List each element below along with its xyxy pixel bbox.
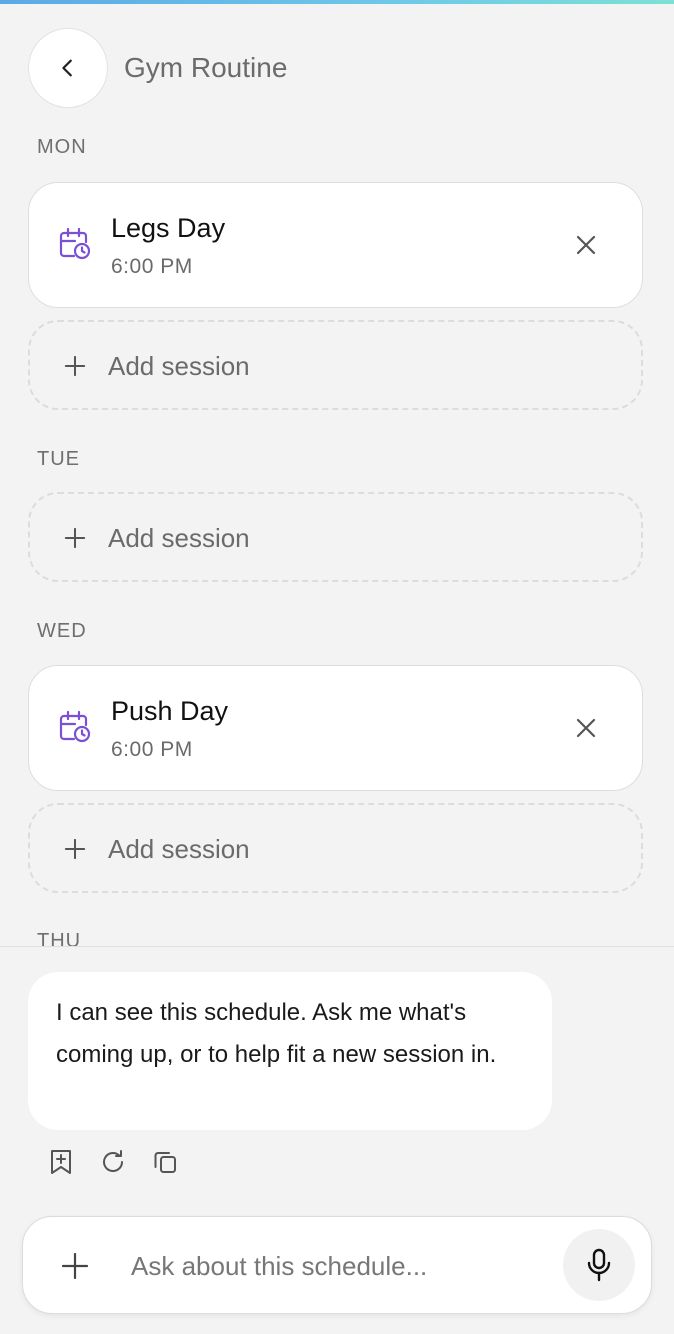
close-icon[interactable]	[574, 716, 598, 740]
chevron-left-icon	[62, 59, 72, 77]
mic-button[interactable]	[563, 1229, 635, 1301]
composer	[22, 1216, 652, 1314]
add-session-label: Add session	[108, 834, 250, 864]
page-title: Gym Routine	[124, 52, 288, 83]
session-card-push-day[interactable]: Push Day 6:00 PM	[28, 665, 643, 791]
close-icon[interactable]	[574, 233, 598, 257]
day-label-tue: TUE	[37, 448, 80, 470]
plus-icon	[64, 527, 86, 549]
session-card-legs-day[interactable]: Legs Day 6:00 PM	[28, 182, 643, 308]
plus-icon[interactable]	[61, 1252, 89, 1280]
message-actions	[48, 1148, 178, 1178]
message-input[interactable]	[131, 1239, 551, 1293]
divider	[0, 946, 674, 947]
session-name: Push Day	[111, 696, 229, 726]
day-label-mon: MON	[37, 136, 87, 158]
header: Gym Routine	[0, 4, 674, 124]
plus-icon	[64, 838, 86, 860]
add-session-label: Add session	[108, 351, 250, 381]
add-session-button-tue[interactable]: Add session	[28, 492, 643, 582]
session-time: 6:00 PM	[111, 255, 193, 278]
bookmark-add-icon[interactable]	[48, 1148, 74, 1176]
session-time: 6:00 PM	[111, 738, 193, 761]
microphone-icon	[587, 1248, 611, 1282]
day-label-wed: WED	[37, 620, 87, 642]
back-button[interactable]	[28, 28, 108, 108]
schedule-list[interactable]: MON Legs Day 6:00 PM Add session TUE Add…	[0, 124, 674, 946]
day-label-thu: THU	[37, 930, 82, 946]
calendar-clock-icon	[59, 710, 91, 743]
assistant-message: I can see this schedule. Ask me what's c…	[28, 972, 552, 1130]
copy-icon[interactable]	[152, 1148, 178, 1176]
plus-icon	[64, 355, 86, 377]
calendar-clock-icon	[59, 227, 91, 260]
session-name: Legs Day	[111, 213, 226, 243]
add-session-button-wed[interactable]: Add session	[28, 803, 643, 893]
refresh-icon[interactable]	[100, 1148, 126, 1176]
add-session-button-mon[interactable]: Add session	[28, 320, 643, 410]
add-session-label: Add session	[108, 523, 250, 553]
